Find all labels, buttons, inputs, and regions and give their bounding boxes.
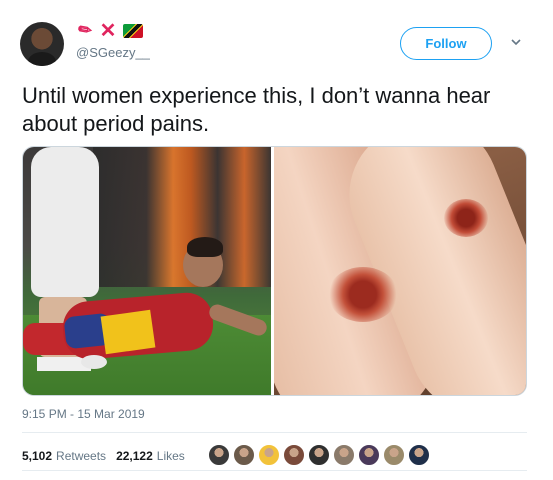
display-name[interactable]: ✎ ✕ (75, 20, 143, 42)
tweet-text: Until women experience this, I don’t wan… (22, 83, 491, 136)
liker-avatar[interactable] (408, 444, 430, 466)
tweet-card: ✎ ✕ @SGeezy__ Follow Until women experie… (0, 0, 553, 480)
knee-wound-large (328, 267, 398, 322)
photo-bruised-knees[interactable] (274, 147, 526, 395)
retweets-count[interactable]: 5,102 (22, 449, 52, 463)
liker-avatar[interactable] (358, 444, 380, 466)
chevron-down-icon-svg (511, 39, 521, 46)
pencil-icon: ✎ (75, 19, 97, 42)
referee-figure (31, 147, 99, 297)
retweets-label[interactable]: Retweets (56, 449, 106, 463)
liker-avatar[interactable] (208, 444, 230, 466)
likes-count[interactable]: 22,122 (116, 449, 153, 463)
player-jersey-stripe (100, 309, 156, 355)
photo-football-player[interactable] (23, 147, 271, 395)
follow-button[interactable]: Follow (400, 27, 492, 60)
player-hair (187, 237, 223, 257)
saint-kitts-flag-icon (123, 24, 143, 38)
liker-avatar[interactable] (283, 444, 305, 466)
likes-label[interactable]: Likes (157, 449, 185, 463)
tweet-timestamp[interactable]: 9:15 PM - 15 Mar 2019 (22, 407, 145, 421)
media-grid[interactable] (22, 146, 527, 396)
tweet-stats: 5,102 Retweets 22,122 Likes (22, 448, 185, 464)
likers-avatars (208, 444, 430, 466)
chevron-down-icon[interactable] (510, 36, 522, 48)
cross-mark-icon: ✕ (99, 20, 117, 42)
liker-avatar[interactable] (233, 444, 255, 466)
divider (22, 432, 527, 433)
liker-avatar[interactable] (308, 444, 330, 466)
liker-avatar[interactable] (258, 444, 280, 466)
knee-wound-small (444, 199, 488, 237)
crowd-background (93, 147, 271, 287)
liker-avatar[interactable] (333, 444, 355, 466)
player-boot (81, 355, 107, 369)
avatar[interactable] (20, 22, 64, 66)
liker-avatar[interactable] (383, 444, 405, 466)
user-handle[interactable]: @SGeezy__ (76, 45, 150, 60)
divider (22, 470, 527, 471)
